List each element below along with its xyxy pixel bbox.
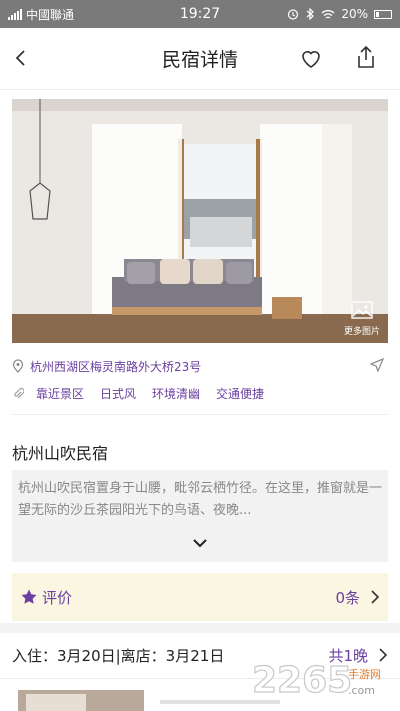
reviews-label: 评价 [42, 588, 73, 607]
header: 民宿详情 [0, 28, 400, 90]
tag-item: 靠近景区 [36, 386, 85, 401]
status-right: 20% [287, 7, 392, 21]
address-row[interactable]: 杭州西湖区梅灵南路外大桥23号 [12, 356, 388, 376]
location-pin-icon [12, 359, 24, 373]
alarm-icon [288, 9, 299, 20]
navigation-arrow-icon[interactable] [370, 358, 384, 372]
watermark-brand: 2265 [252, 660, 352, 701]
watermark-site: .com [348, 684, 375, 697]
status-bar: 中國聯通 19:27 20% [0, 0, 400, 28]
bluetooth-icon [306, 8, 315, 20]
tag-item: 环境清幽 [152, 386, 201, 401]
room-photo-illustration [12, 99, 388, 343]
paperclip-icon [14, 387, 24, 398]
chevron-right-icon [371, 590, 380, 604]
clock: 19:27 [179, 6, 221, 22]
reviews-count: 0条 [335, 588, 360, 607]
wifi-icon [321, 9, 335, 19]
signal-icon [8, 8, 22, 20]
tags-row: 靠近景区 日式风 环境清幽 交通便捷 [12, 383, 388, 403]
status-left: 中國聯通 [8, 6, 74, 23]
tag-item: 交通便捷 [216, 386, 265, 401]
listing-name: 杭州山吹民宿 [12, 444, 109, 463]
page-title: 民宿详情 [161, 49, 238, 71]
reviews-row[interactable]: 评价 0条 [12, 573, 388, 621]
battery-percent: 20% [341, 7, 368, 21]
carrier-label: 中國聯通 [26, 7, 75, 22]
description-text: 杭州山吹民宿置身于山腰，毗邻云栖竹径。在这里，推窗就是一望无际的沙丘茶园阳光下的… [18, 481, 382, 518]
image-icon [351, 301, 373, 319]
section-spacer [0, 623, 400, 633]
tag-item: 日式风 [100, 386, 137, 401]
description-box: 杭州山吹民宿置身于山腰，毗邻云栖竹径。在这里，推窗就是一望无际的沙丘茶园阳光下的… [12, 470, 388, 562]
divider [12, 414, 388, 415]
stay-dates: 入住：3月20日|离店：3月21日 [12, 646, 225, 665]
more-photos-label: 更多图片 [343, 327, 380, 337]
chevron-down-icon[interactable] [192, 538, 208, 548]
address-text: 杭州西湖区梅灵南路外大桥23号 [30, 359, 202, 374]
watermark-sub: 手游网 [348, 667, 381, 681]
listing-photo[interactable]: 更多图片 [12, 99, 388, 343]
more-photos-button[interactable]: 更多图片 [342, 301, 382, 337]
back-arrow-icon[interactable] [10, 46, 34, 70]
room-thumbnail[interactable] [18, 690, 144, 711]
watermark-logo: 2265 手游网 .com [251, 659, 381, 701]
share-icon[interactable] [354, 44, 378, 70]
heart-icon[interactable] [298, 46, 324, 72]
battery-icon [374, 9, 392, 19]
star-icon [21, 589, 37, 604]
